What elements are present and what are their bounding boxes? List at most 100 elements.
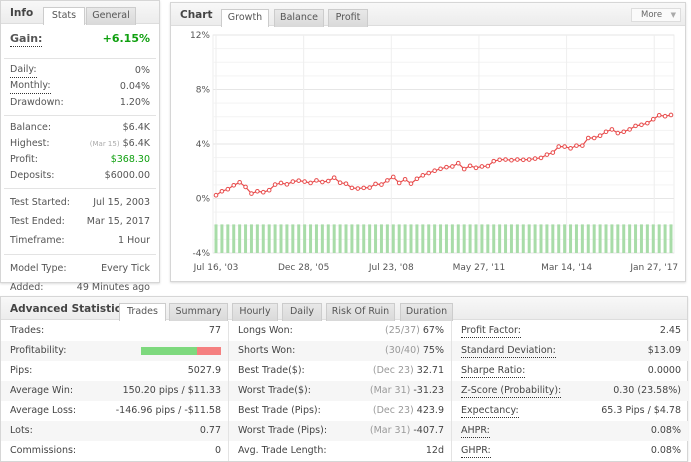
growth-point <box>278 180 284 186</box>
volume-bar <box>279 224 283 253</box>
daily-value: 0% <box>134 65 150 76</box>
stat-label: Shorts Won: <box>238 345 296 356</box>
stat-note: (Dec 23) <box>372 365 414 376</box>
volume-bar <box>362 224 366 253</box>
stat-row: Best Trade($): (Dec 23) 32.71 <box>229 361 451 381</box>
tab-profit[interactable]: Profit <box>328 9 368 27</box>
gain-label[interactable]: Gain: <box>10 32 43 47</box>
growth-point <box>562 144 567 149</box>
more-label: More <box>641 10 663 20</box>
volume-bar <box>326 224 330 253</box>
stat-number: 150.20 pips / $11.33 <box>122 385 221 396</box>
volume-bar <box>527 224 531 253</box>
volume-bar <box>509 224 513 253</box>
volume-bar <box>409 224 413 253</box>
growth-point <box>485 163 491 169</box>
growth-point <box>367 185 372 190</box>
growth-point <box>662 113 668 119</box>
volume-bar <box>645 224 649 253</box>
tab-trades[interactable]: Trades <box>119 303 166 321</box>
tab-balance[interactable]: Balance <box>274 9 324 27</box>
tab-hourly[interactable]: Hourly <box>232 303 278 321</box>
test-ended-value: Mar 15, 2017 <box>86 216 150 227</box>
stat-label[interactable]: GHPR: <box>461 444 491 458</box>
stat-value: 5027.9 <box>188 361 221 381</box>
stat-row: Worst Trade (Pips): (Mar 31) -407.7 <box>229 421 451 441</box>
tab-general[interactable]: General <box>86 7 136 25</box>
tab-stats[interactable]: Stats <box>43 7 85 25</box>
stat-row: Commissions: 0 <box>1 441 228 461</box>
growth-point <box>213 192 219 198</box>
stat-label: Worst Trade (Pips): <box>238 425 328 436</box>
stat-label: Average Win: <box>10 385 74 396</box>
stat-label[interactable]: AHPR: <box>461 424 490 438</box>
highest-value: $6.4K <box>122 138 150 149</box>
stat-label[interactable]: Z-Score (Probability): <box>461 384 562 398</box>
volume-bar <box>285 224 289 253</box>
tab-daily[interactable]: Daily <box>282 303 322 321</box>
growth-point <box>585 135 591 141</box>
y-tick-label: 0% <box>196 195 211 205</box>
stat-label: Worst Trade($): <box>238 385 311 396</box>
growth-point <box>272 182 278 187</box>
stat-value <box>141 341 221 361</box>
growth-point <box>515 157 520 162</box>
more-dropdown[interactable]: More ▼ <box>631 8 681 22</box>
volume-bar <box>439 224 443 253</box>
stat-row: Avg. Trade Length: 12d <box>229 441 451 461</box>
growth-point <box>290 179 296 184</box>
volume-bar <box>338 224 342 253</box>
adv-header: Advanced Statistics Trades Summary Hourl… <box>1 297 687 321</box>
stat-value: 150.20 pips / $11.33 <box>123 381 221 401</box>
tab-duration[interactable]: Duration <box>400 303 453 321</box>
volume-bar <box>444 224 448 253</box>
daily-label[interactable]: Daily: <box>10 63 37 78</box>
stat-label[interactable]: Profit Factor: <box>461 324 521 338</box>
volume-bar <box>498 224 502 253</box>
growth-point <box>349 185 355 191</box>
stat-number: 2.45 <box>659 325 681 336</box>
volume-bar <box>344 224 348 253</box>
highest-label: Highest: <box>10 138 50 149</box>
growth-point <box>260 189 266 195</box>
volume-bar <box>468 224 472 253</box>
stat-label: Commissions: <box>10 445 77 456</box>
stat-label[interactable]: Sharpe Ratio: <box>461 364 526 378</box>
volume-bar <box>545 224 549 253</box>
growth-point <box>580 143 585 148</box>
growth-point <box>331 175 337 180</box>
growth-point <box>556 144 562 149</box>
volume-bar <box>368 224 372 253</box>
volume-bar <box>539 224 543 253</box>
monthly-label[interactable]: Monthly: <box>10 79 51 94</box>
stat-value: (Dec 23) 32.71 <box>373 361 444 381</box>
y-tick-label: -4% <box>192 249 210 259</box>
gain-value: +6.15% <box>102 32 150 45</box>
volume-bar <box>332 224 336 253</box>
won-stats-column: Longs Won: (25/37) 67% Shorts Won: (30/40) … <box>229 321 452 461</box>
volume-bar <box>569 224 573 253</box>
chevron-down-icon: ▼ <box>670 11 676 19</box>
growth-point <box>390 174 396 180</box>
tab-summary[interactable]: Summary <box>169 303 228 321</box>
tab-growth[interactable]: Growth <box>221 9 269 27</box>
stat-value: 2.45 <box>660 321 681 341</box>
volume-bar <box>226 224 230 253</box>
growth-point <box>320 179 325 185</box>
volume-bar <box>592 224 596 253</box>
stat-label: Trades: <box>10 325 45 336</box>
tab-risk-of-ruin[interactable]: Risk Of Ruin <box>326 303 395 321</box>
stat-value: 0.0000 <box>648 361 681 381</box>
volume-bar <box>220 224 224 253</box>
growth-point <box>243 184 248 190</box>
stat-label[interactable]: Standard Deviation: <box>461 344 556 358</box>
volume-bar <box>249 224 253 253</box>
growth-point <box>343 181 349 186</box>
x-tick-label: May 27, '11 <box>453 263 506 273</box>
stat-label[interactable]: Expectancy: <box>461 404 519 418</box>
growth-point <box>337 180 343 185</box>
stat-number: 0 <box>214 445 221 456</box>
stat-number: 0.0000 <box>647 365 681 376</box>
volume-bar <box>214 224 218 253</box>
growth-point <box>526 157 532 162</box>
